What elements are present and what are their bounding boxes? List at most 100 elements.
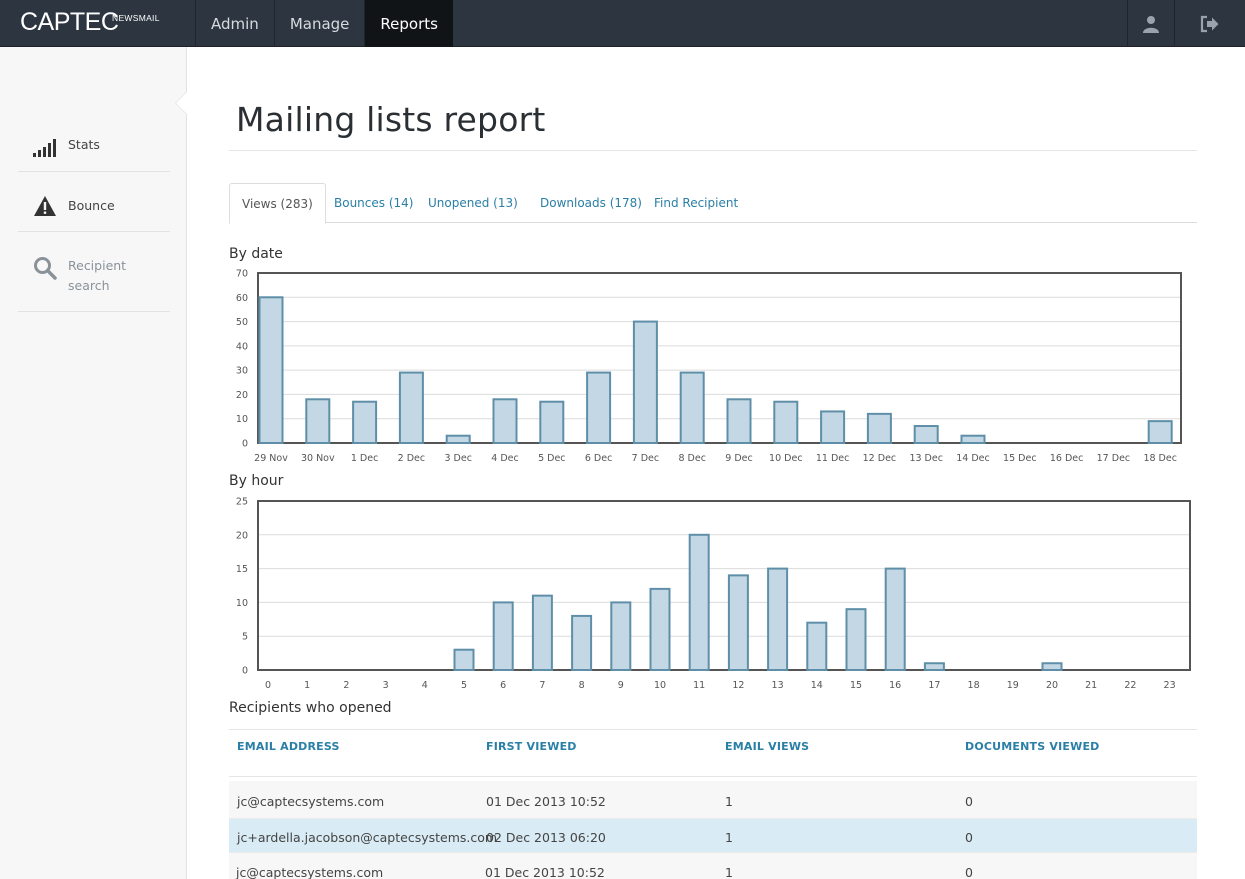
bar[interactable] [679,371,705,444]
x-tick-label: 5 Dec [538,453,565,464]
cell-documents-viewed: 0 [965,865,973,879]
x-tick-label: 12 [732,680,744,691]
x-tick-label: 7 [539,680,545,691]
bar[interactable] [586,371,612,444]
table-header: EMAIL ADDRESS FIRST VIEWED EMAIL VIEWS D… [229,729,1197,777]
x-tick-label: 8 [579,680,585,691]
table-row[interactable]: jc@captecsystems.com 01 Dec 2013 10:52 1… [229,853,1197,879]
user-menu-button[interactable] [1127,0,1174,47]
x-tick-label: 10 Dec [769,453,803,464]
col-first-viewed[interactable]: FIRST VIEWED [486,740,577,753]
bar[interactable] [1147,420,1173,444]
sidebar-item-recipient-search[interactable]: Recipient search [18,232,170,312]
bar[interactable] [610,601,632,671]
y-tick-label: 0 [242,666,248,677]
bar[interactable] [352,400,378,444]
y-tick-label: 70 [236,269,248,280]
bar[interactable] [632,320,658,445]
report-tabs: Views (283) Bounces (14) Unopened (13) D… [229,183,1197,224]
x-tick-label: 6 Dec [585,453,612,464]
bar[interactable] [913,425,939,444]
x-tick-label: 20 [1046,680,1058,691]
nav-manage[interactable]: Manage [273,0,365,47]
tab-unopened[interactable]: Unopened (13) [428,183,518,223]
warning-icon [34,196,56,216]
bar[interactable] [492,398,518,445]
table-row[interactable]: jc@captecsystems.com 01 Dec 2013 10:52 1… [229,781,1197,819]
top-navbar: CAPTEC NEWSMAIL Admin Manage Reports [0,0,1245,47]
bar[interactable] [727,574,749,671]
bar[interactable] [884,567,906,671]
x-tick-label: 19 [1007,680,1019,691]
by-date-chart: 0 10 20 30 40 50 60 70 29 Nov 30 Nov 1 Dec 2 Dec 3 D… [236,269,1182,464]
x-tick-label: 2 Dec [398,453,425,464]
col-documents-viewed[interactable]: DOCUMENTS VIEWED [965,740,1100,753]
y-tick-label: 25 [236,497,248,508]
plot-frame [257,272,1182,444]
bar[interactable] [531,594,553,671]
active-pointer [176,92,187,114]
cell-email: jc@captecsystems.com [237,794,385,809]
logout-button[interactable] [1174,0,1245,47]
tab-bounces[interactable]: Bounces (14) [334,183,413,223]
bar[interactable] [923,662,945,672]
recipients-table: EMAIL ADDRESS FIRST VIEWED EMAIL VIEWS D… [229,729,1197,879]
tab-views[interactable]: Views (283) [229,183,326,224]
sidebar-item-stats[interactable]: Stats [18,125,170,172]
bar[interactable] [726,398,752,445]
bar[interactable] [453,648,475,672]
y-tick-label: 30 [236,366,248,377]
bar[interactable] [305,398,331,445]
x-tick-label: 14 Dec [956,453,990,464]
col-email[interactable]: EMAIL ADDRESS [237,740,340,753]
bar[interactable] [649,587,671,671]
bar[interactable] [539,400,565,444]
y-tick-label: 20 [236,530,248,541]
plot-frame [257,500,1191,671]
bar[interactable] [688,533,710,671]
nav-reports[interactable]: Reports [364,0,453,47]
bar[interactable] [866,412,892,445]
recipients-label: Recipients who opened [229,700,392,716]
x-tick-label: 0 [265,680,271,691]
sidebar-item-label-line2: search [68,278,110,293]
bar[interactable] [806,621,828,671]
cell-documents-viewed: 0 [965,794,973,809]
bar[interactable] [845,608,867,672]
by-hour-label: By hour [229,473,284,489]
nav-admin[interactable]: Admin [195,0,274,47]
sidebar-item-bounce[interactable]: Bounce [18,172,170,232]
tab-find-recipient[interactable]: Find Recipient [654,183,738,223]
bar[interactable] [571,614,593,671]
brand-logo[interactable]: CAPTEC NEWSMAIL [20,8,159,37]
by-date-label: By date [229,246,283,262]
bar[interactable] [258,296,284,444]
search-icon [34,257,57,280]
x-tick-label: 17 Dec [1097,453,1131,464]
cell-documents-viewed: 0 [965,830,973,845]
col-email-views[interactable]: EMAIL VIEWS [725,740,809,753]
y-tick-label: 0 [242,439,248,450]
x-tick-label: 4 Dec [491,453,518,464]
table-row[interactable]: jc+ardella.jacobson@captecsystems.com 02… [229,819,1197,853]
bar[interactable] [445,434,471,444]
y-tick-label: 60 [236,293,248,304]
bar[interactable] [1041,662,1063,672]
bar[interactable] [492,601,514,671]
x-tick-label: 4 [422,680,428,691]
main-nav: Admin Manage Reports [195,0,453,47]
tab-downloads[interactable]: Downloads (178) [540,183,642,223]
cell-email-views: 1 [725,794,733,809]
bar[interactable] [773,400,799,444]
x-tick-label: 15 [850,680,862,691]
bar[interactable] [960,434,986,444]
x-tick-label: 3 [383,680,389,691]
brand-name: CAPTEC [20,8,119,36]
bar[interactable] [767,567,789,671]
user-icon [1143,15,1159,33]
cell-email: jc+ardella.jacobson@captecsystems.com [237,830,498,845]
bar[interactable] [398,371,424,444]
x-tick-label: 13 [772,680,784,691]
by-hour-chart: 05101520250 1 2 3 4 5 6 7 8 9 10 11 12 13 14 15 16 17 18 19… [236,497,1191,691]
bar[interactable] [820,410,846,445]
